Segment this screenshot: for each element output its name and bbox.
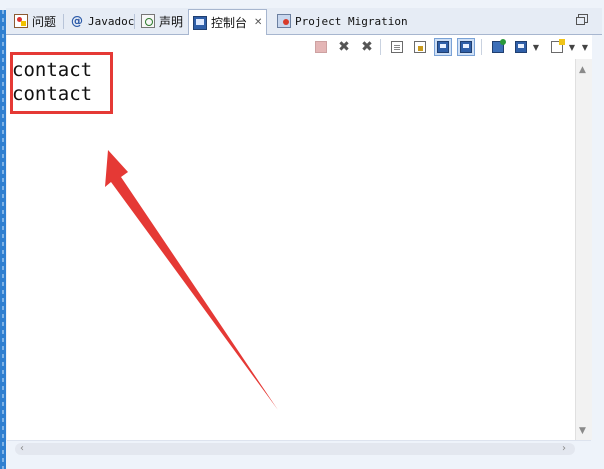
annotation-arrow <box>105 150 278 410</box>
arrow-shape <box>105 150 278 410</box>
